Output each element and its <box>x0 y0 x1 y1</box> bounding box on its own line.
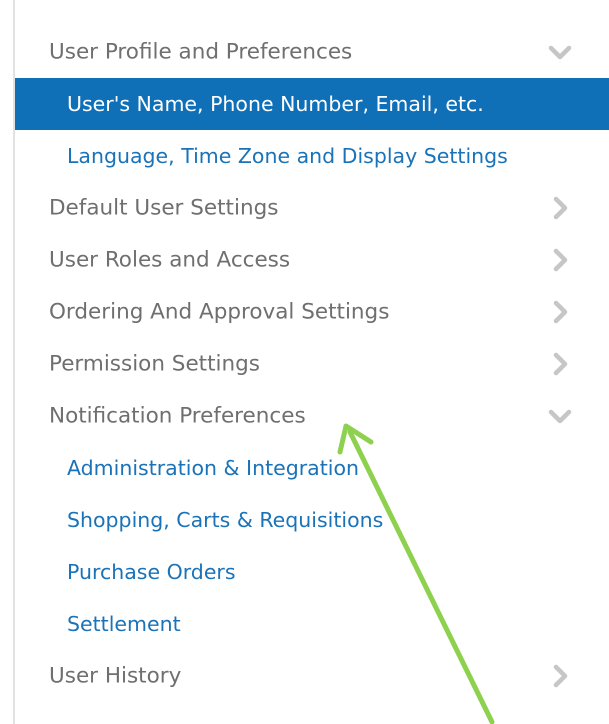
section-label: User Profile and Preferences <box>49 39 353 65</box>
chevron-right-icon <box>547 299 573 325</box>
chevron-down-icon <box>547 39 573 65</box>
section-default-user-settings[interactable]: Default User Settings <box>15 182 609 234</box>
settings-nav-panel: User Profile and Preferences User's Name… <box>13 0 609 724</box>
menu-item-purchase-orders[interactable]: Purchase Orders <box>15 546 609 598</box>
menu-item-label: Administration & Integration <box>67 456 359 480</box>
section-label: Notification Preferences <box>49 403 306 429</box>
chevron-right-icon <box>547 247 573 273</box>
section-label: Ordering And Approval Settings <box>49 299 390 325</box>
section-user-roles-and-access[interactable]: User Roles and Access <box>15 234 609 286</box>
section-user-profile-and-preferences[interactable]: User Profile and Preferences <box>15 26 609 78</box>
chevron-right-icon <box>547 351 573 377</box>
chevron-down-icon <box>547 403 573 429</box>
menu-item-label: Shopping, Carts & Requisitions <box>67 508 384 532</box>
menu-item-users-name-phone-email[interactable]: User's Name, Phone Number, Email, etc. <box>15 78 609 130</box>
menu-item-label: Language, Time Zone and Display Settings <box>67 144 508 168</box>
section-permission-settings[interactable]: Permission Settings <box>15 338 609 390</box>
section-notification-preferences[interactable]: Notification Preferences <box>15 390 609 442</box>
menu-item-settlement[interactable]: Settlement <box>15 598 609 650</box>
menu-item-label: Settlement <box>67 612 181 636</box>
section-label: Permission Settings <box>49 351 260 377</box>
menu-item-language-time-zone-display[interactable]: Language, Time Zone and Display Settings <box>15 130 609 182</box>
section-ordering-and-approval-settings[interactable]: Ordering And Approval Settings <box>15 286 609 338</box>
chevron-right-icon <box>547 195 573 221</box>
section-label: User Roles and Access <box>49 247 291 273</box>
menu-item-label: Purchase Orders <box>67 560 236 584</box>
chevron-right-icon <box>547 663 573 689</box>
menu-item-administration-integration[interactable]: Administration & Integration <box>15 442 609 494</box>
section-label: User History <box>49 663 182 689</box>
settings-menu: User Profile and Preferences User's Name… <box>15 26 609 702</box>
section-label: Default User Settings <box>49 195 279 221</box>
menu-item-shopping-carts-requisitions[interactable]: Shopping, Carts & Requisitions <box>15 494 609 546</box>
section-user-history[interactable]: User History <box>15 650 609 702</box>
menu-item-label: User's Name, Phone Number, Email, etc. <box>67 92 484 116</box>
